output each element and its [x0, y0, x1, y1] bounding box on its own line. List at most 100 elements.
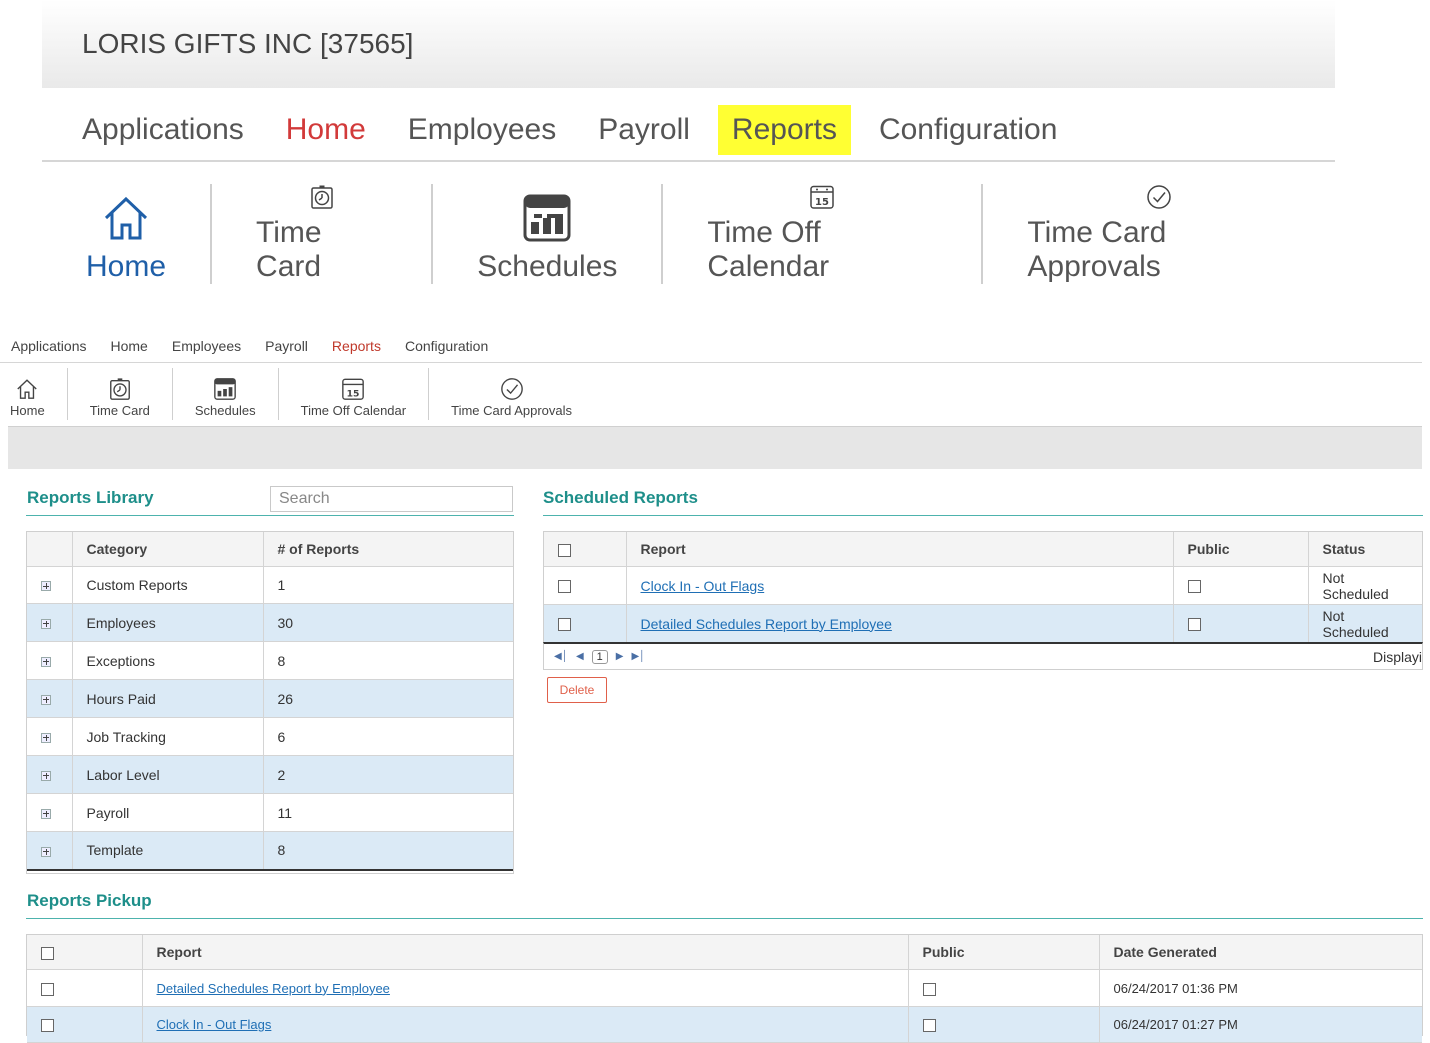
tool-time-card-approvals[interactable]: Time Card Approvals: [429, 368, 594, 420]
calendar-day: 15: [815, 197, 829, 208]
tool-label: Time Off Calendar: [300, 403, 407, 418]
expand-icon[interactable]: [41, 770, 51, 781]
nav-employees[interactable]: Employees: [394, 105, 570, 155]
category-cell: Template: [72, 831, 264, 871]
category-cell: Custom Reports: [72, 566, 264, 604]
column-header-report[interactable]: Report: [142, 935, 909, 970]
select-all-checkbox[interactable]: [41, 946, 54, 960]
nav-payroll[interactable]: Payroll: [265, 338, 308, 354]
column-header-public[interactable]: Public: [908, 935, 1100, 970]
company-name: LORIS GIFTS INC [37565]: [82, 28, 414, 59]
reports-pickup-title: Reports Pickup: [27, 891, 152, 910]
tool-time-card-approvals[interactable]: Time Card Approvals: [983, 184, 1335, 284]
report-link[interactable]: Detailed Schedules Report by Employee: [641, 616, 892, 632]
count-cell: 8: [263, 831, 513, 871]
tool-label: Time Card: [89, 403, 150, 418]
nav-configuration[interactable]: Configuration: [405, 338, 488, 354]
next-page-icon[interactable]: ▶: [616, 651, 624, 662]
pager-display-text: Displayi: [1372, 648, 1422, 665]
table-row[interactable]: Template 8: [27, 831, 513, 871]
public-checkbox[interactable]: [1187, 580, 1201, 594]
public-checkbox[interactable]: [922, 982, 936, 996]
category-cell: Exceptions: [72, 641, 264, 680]
table-row[interactable]: Clock In - Out Flags Not Scheduled: [544, 566, 1422, 605]
calendar-icon: 15: [342, 378, 365, 400]
nav-applications[interactable]: Applications: [68, 105, 258, 155]
expand-icon[interactable]: [41, 694, 51, 705]
expand-icon[interactable]: [41, 618, 51, 629]
tool-time-off-calendar[interactable]: 15 Time Off Calendar: [663, 184, 984, 284]
nav-reports[interactable]: Reports: [717, 105, 851, 155]
schedule-icon: [523, 194, 571, 242]
delete-button[interactable]: Delete: [547, 677, 607, 703]
column-header-category[interactable]: Category: [72, 532, 264, 567]
expand-icon[interactable]: [41, 808, 51, 819]
expand-icon[interactable]: [41, 846, 51, 857]
first-page-icon[interactable]: ◀│: [554, 651, 568, 662]
calendar-icon: 15: [810, 185, 835, 209]
reports-library-grid: Category # of Reports Custom Reports 1 E…: [26, 531, 514, 874]
row-select-checkbox[interactable]: [558, 618, 571, 632]
report-link[interactable]: Clock In - Out Flags: [157, 1017, 272, 1032]
column-header-date-generated[interactable]: Date Generated: [1099, 935, 1422, 970]
tool-time-card[interactable]: Time Card: [68, 368, 173, 420]
nav-payroll[interactable]: Payroll: [584, 105, 704, 155]
column-header-count[interactable]: # of Reports: [263, 532, 513, 567]
main-nav-zoomed: Applications Home Employees Payroll Repo…: [42, 100, 1335, 162]
table-row[interactable]: Hours Paid 26: [27, 679, 513, 718]
table-row[interactable]: Detailed Schedules Report by Employee 06…: [27, 969, 1422, 1007]
schedule-icon: [214, 378, 237, 400]
expand-column-header: [27, 532, 73, 567]
report-link[interactable]: Clock In - Out Flags: [641, 578, 765, 594]
tool-schedules[interactable]: Schedules: [433, 184, 664, 284]
expand-icon[interactable]: [41, 732, 51, 743]
nav-home[interactable]: Home: [272, 105, 380, 155]
tool-home[interactable]: Home: [42, 184, 213, 284]
select-all-checkbox[interactable]: [558, 543, 571, 557]
public-checkbox[interactable]: [1187, 618, 1201, 632]
category-cell: Payroll: [72, 793, 264, 832]
stopwatch-icon: [109, 378, 130, 400]
column-header-status[interactable]: Status: [1308, 532, 1422, 567]
date-generated-cell: 06/24/2017 01:36 PM: [1099, 969, 1422, 1007]
table-row[interactable]: Custom Reports 1: [27, 566, 513, 604]
row-select-checkbox[interactable]: [558, 580, 571, 594]
checkmark-circle-icon: [500, 378, 523, 400]
table-row[interactable]: Clock In - Out Flags 06/24/2017 01:27 PM: [27, 1006, 1422, 1043]
expand-icon[interactable]: [41, 581, 51, 592]
tool-label: Home: [10, 403, 45, 418]
count-cell: 30: [263, 603, 513, 642]
expand-icon[interactable]: [41, 656, 51, 667]
nav-configuration[interactable]: Configuration: [865, 105, 1071, 155]
search-input[interactable]: [270, 486, 513, 512]
count-cell: 8: [263, 641, 513, 680]
table-row[interactable]: Employees 30: [27, 603, 513, 642]
table-row[interactable]: Job Tracking 6: [27, 717, 513, 756]
column-header-report[interactable]: Report: [626, 532, 1174, 567]
prev-page-icon[interactable]: ◀: [576, 651, 584, 662]
table-row[interactable]: Detailed Schedules Report by Employee No…: [544, 604, 1422, 643]
nav-home[interactable]: Home: [111, 338, 148, 354]
count-cell: 2: [263, 755, 513, 794]
toolbar-zoomed: Home Time Card Schedules 15 Time Off Cal…: [42, 184, 1335, 284]
table-row[interactable]: Payroll 11: [27, 793, 513, 832]
tool-time-card[interactable]: Time Card: [212, 184, 434, 284]
row-select-checkbox[interactable]: [41, 982, 54, 996]
column-header-public[interactable]: Public: [1173, 532, 1309, 567]
public-checkbox[interactable]: [922, 1019, 936, 1033]
last-page-icon[interactable]: ▶│: [631, 651, 645, 662]
tool-schedules[interactable]: Schedules: [173, 368, 279, 420]
page-number[interactable]: 1: [591, 649, 608, 664]
tool-time-off-calendar[interactable]: 15 Time Off Calendar: [279, 368, 430, 420]
category-cell: Employees: [72, 603, 264, 642]
count-cell: 11: [263, 793, 513, 832]
nav-applications[interactable]: Applications: [11, 338, 87, 354]
nav-reports[interactable]: Reports: [332, 338, 381, 354]
table-row[interactable]: Exceptions 8: [27, 641, 513, 680]
nav-employees[interactable]: Employees: [172, 338, 241, 354]
tool-home[interactable]: Home: [0, 368, 68, 420]
status-cell: Not Scheduled: [1308, 604, 1422, 643]
table-row[interactable]: Labor Level 2: [27, 755, 513, 794]
row-select-checkbox[interactable]: [41, 1019, 54, 1033]
report-link[interactable]: Detailed Schedules Report by Employee: [157, 981, 390, 996]
